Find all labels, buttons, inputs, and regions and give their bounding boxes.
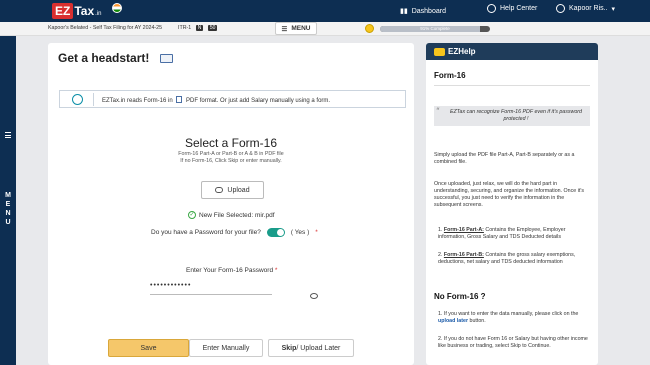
enter-manually-button[interactable]: Enter Manually [189, 339, 263, 357]
help-center-label: Help Center [500, 5, 538, 12]
list-text: If you do not have Form 16 or Salary but… [438, 336, 588, 349]
itr-badge-n: N [195, 25, 204, 31]
eye-icon[interactable] [310, 293, 318, 299]
password-question-text: Do you have a Password for your file? [151, 229, 261, 236]
select-form-sub1: Form-16 Part-A or Part-B or A & B in PDF… [178, 151, 284, 157]
password-input[interactable]: •••••••••••• [150, 282, 272, 295]
logo-in: .in [95, 11, 102, 17]
file-selected-status: ✓ New File Selected: mir.pdf [188, 211, 275, 219]
upload-later-link[interactable]: upload later [438, 318, 468, 324]
upload-button[interactable]: Upload [201, 181, 264, 199]
flag-icon [112, 3, 122, 13]
side-menu-toggle[interactable]: M E N U [0, 36, 16, 365]
select-form-title: Select a Form-16 [184, 136, 278, 150]
filing-bar: Kapoor's Belated - Self Tax Filing for A… [0, 22, 650, 36]
quote-text: EZTax can recognize Form-16 PDF even if … [449, 109, 583, 122]
hamburger-icon: ☰ [281, 25, 288, 33]
ezhelp-title: EZHelp [448, 47, 476, 56]
upload-later-label: / Upload Later [296, 344, 341, 352]
help-quote: “ EZTax can recognize Form-16 PDF even i… [434, 106, 590, 126]
progress-bar: 91% Complete [380, 26, 490, 32]
divider [434, 85, 590, 86]
password-field-label: Enter Your Form-16 Password * [186, 267, 277, 274]
password-yes: ( Yes ) [290, 229, 310, 236]
password-label-text: Enter Your Form-16 Password [186, 267, 274, 274]
main-panel: Get a headstart! EZTax.in reads Form-16 … [48, 43, 414, 365]
page-title: Get a headstart! [58, 51, 150, 65]
tag-icon[interactable] [365, 24, 374, 33]
logo-tax: Tax [74, 4, 95, 18]
menu-letter: N [5, 210, 11, 217]
info-banner: EZTax.in reads Form-16 in PDF format. Or… [59, 90, 406, 108]
chat-icon [434, 47, 445, 56]
cloud-upload-icon [215, 187, 224, 193]
top-navbar: EZ Tax .in ▮▮ Dashboard Help Center Kapo… [0, 0, 650, 22]
password-question: Do you have a Password for your file? ( … [151, 228, 318, 237]
list-text: If you want to enter the data manually, … [443, 311, 579, 317]
info-text: EZTax.in reads Form-16 in PDF format. Or… [102, 96, 330, 104]
user-name: Kapoor Ris.. [569, 5, 608, 12]
user-menu[interactable]: Kapoor Ris.. ▾ [556, 4, 615, 13]
book-icon[interactable] [160, 54, 173, 63]
menu-button[interactable]: ☰ MENU [275, 22, 317, 35]
help-heading: Form-16 [434, 71, 466, 80]
user-icon [556, 4, 565, 13]
progress-label: 91% Complete [420, 26, 450, 31]
quote-icon: “ [436, 106, 439, 116]
eztax-logo[interactable]: EZ Tax .in [52, 2, 101, 20]
help-list-item: 2. Form-16 Part-B: Contains the gross sa… [438, 252, 592, 266]
itr-label: ITR-1 [178, 25, 192, 31]
hamburger-icon [5, 132, 11, 140]
help-list-item: 2. If you do not have Form 16 or Salary … [438, 336, 592, 350]
list-head: Form-16 Part-A: [443, 227, 484, 233]
dashboard-label: Dashboard [411, 7, 446, 15]
no-form-heading: No Form-16 ? [434, 292, 486, 301]
menu-letter: E [5, 201, 11, 208]
chevron-down-icon: ▾ [611, 5, 616, 13]
menu-letter: U [5, 219, 11, 226]
save-button[interactable]: Save [108, 339, 189, 357]
skip-upload-later-button[interactable]: Skip / Upload Later [268, 339, 354, 357]
dashboard-link[interactable]: ▮▮ Dashboard [400, 4, 478, 18]
help-icon [487, 4, 496, 13]
password-toggle[interactable] [266, 228, 285, 237]
itr-badge-num: 50 [207, 25, 218, 31]
list-text: button. [469, 318, 486, 324]
help-center-link[interactable]: Help Center [487, 4, 537, 13]
info-suffix: PDF format. Or just add Salary manually … [186, 98, 331, 104]
select-form-sub2: If no Form-16, Click Skip or enter manua… [180, 158, 282, 164]
skip-label: Skip [281, 344, 297, 352]
dashboard-icon: ▮▮ [400, 8, 408, 15]
ezhelp-panel: EZHelp Form-16 “ EZTax can recognize For… [426, 43, 598, 365]
info-prefix: EZTax.in reads Form-16 in [102, 98, 173, 104]
itr-info: ITR-1 N 50 [178, 25, 218, 31]
help-paragraph: Once uploaded, just relax, we will do th… [434, 181, 585, 208]
list-head: Form-16 Part-B: [443, 252, 484, 258]
new-file-text: New File Selected: mir.pdf [199, 211, 275, 219]
menu-letter: M [5, 192, 11, 199]
help-paragraph: Simply upload the PDF file Part-A, Part-… [434, 152, 575, 165]
filing-title: Kapoor's Belated - Self Tax Filing for A… [48, 25, 163, 31]
pdf-icon [176, 96, 183, 103]
required-star: * [315, 229, 318, 236]
required-star: * [274, 267, 278, 274]
help-list-item: 1. Form-16 Part-A: Contains the Employee… [438, 227, 592, 241]
check-circle-icon: ✓ [188, 211, 196, 219]
help-list-item: 1. If you want to enter the data manuall… [438, 311, 592, 325]
ezhelp-header: EZHelp [426, 43, 598, 60]
lightbulb-icon [72, 94, 83, 105]
upload-label: Upload [227, 186, 250, 194]
menu-label: MENU [291, 25, 311, 32]
menu-vertical-label: M E N U [4, 191, 12, 227]
divider [93, 93, 94, 106]
logo-ez: EZ [52, 3, 74, 19]
